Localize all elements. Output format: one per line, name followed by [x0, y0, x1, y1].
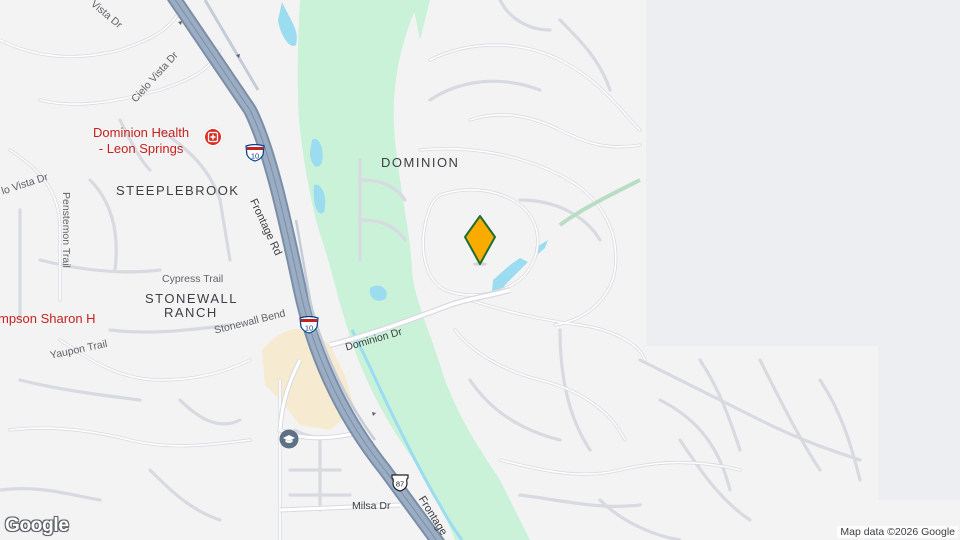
poi-hospital-label[interactable]: Dominion Health - Leon Springs: [93, 125, 189, 157]
map-canvas[interactable]: 10 10 87 DOMINION STEEPLEBROOK STONEWALL…: [0, 0, 960, 540]
street-label-milsa-dr: Milsa Dr: [352, 500, 391, 512]
location-pin-icon[interactable]: [462, 214, 498, 266]
area-label-dominion: DOMINION: [381, 155, 460, 170]
hospital-icon[interactable]: [202, 126, 224, 148]
i10-north-number: 10: [251, 152, 259, 161]
map-attribution[interactable]: Map data ©2026 Google: [837, 526, 958, 538]
google-logo: Google: [5, 515, 69, 536]
street-label-penstemon-trail: Penstemon Trail: [60, 192, 72, 268]
area-label-ranch: RANCH: [164, 305, 218, 320]
us-route-shield-icon: 87: [391, 474, 409, 492]
area-label-steeplebrook: STEEPLEBROOK: [116, 183, 240, 198]
poi-pharmacy-label[interactable]: mpson Sharon H: [0, 311, 96, 327]
poi-hospital-name-line1: Dominion Health: [93, 125, 190, 140]
interstate-shield-icon: 10: [245, 144, 265, 162]
street-label-cypress-trail: Cypress Trail: [162, 273, 224, 285]
i10-south-number: 10: [305, 324, 313, 333]
us87-number: 87: [396, 480, 404, 489]
poi-hospital-name-line2: - Leon Springs: [98, 141, 184, 156]
school-icon[interactable]: [279, 429, 299, 449]
interstate-shield-icon: 10: [299, 316, 319, 334]
